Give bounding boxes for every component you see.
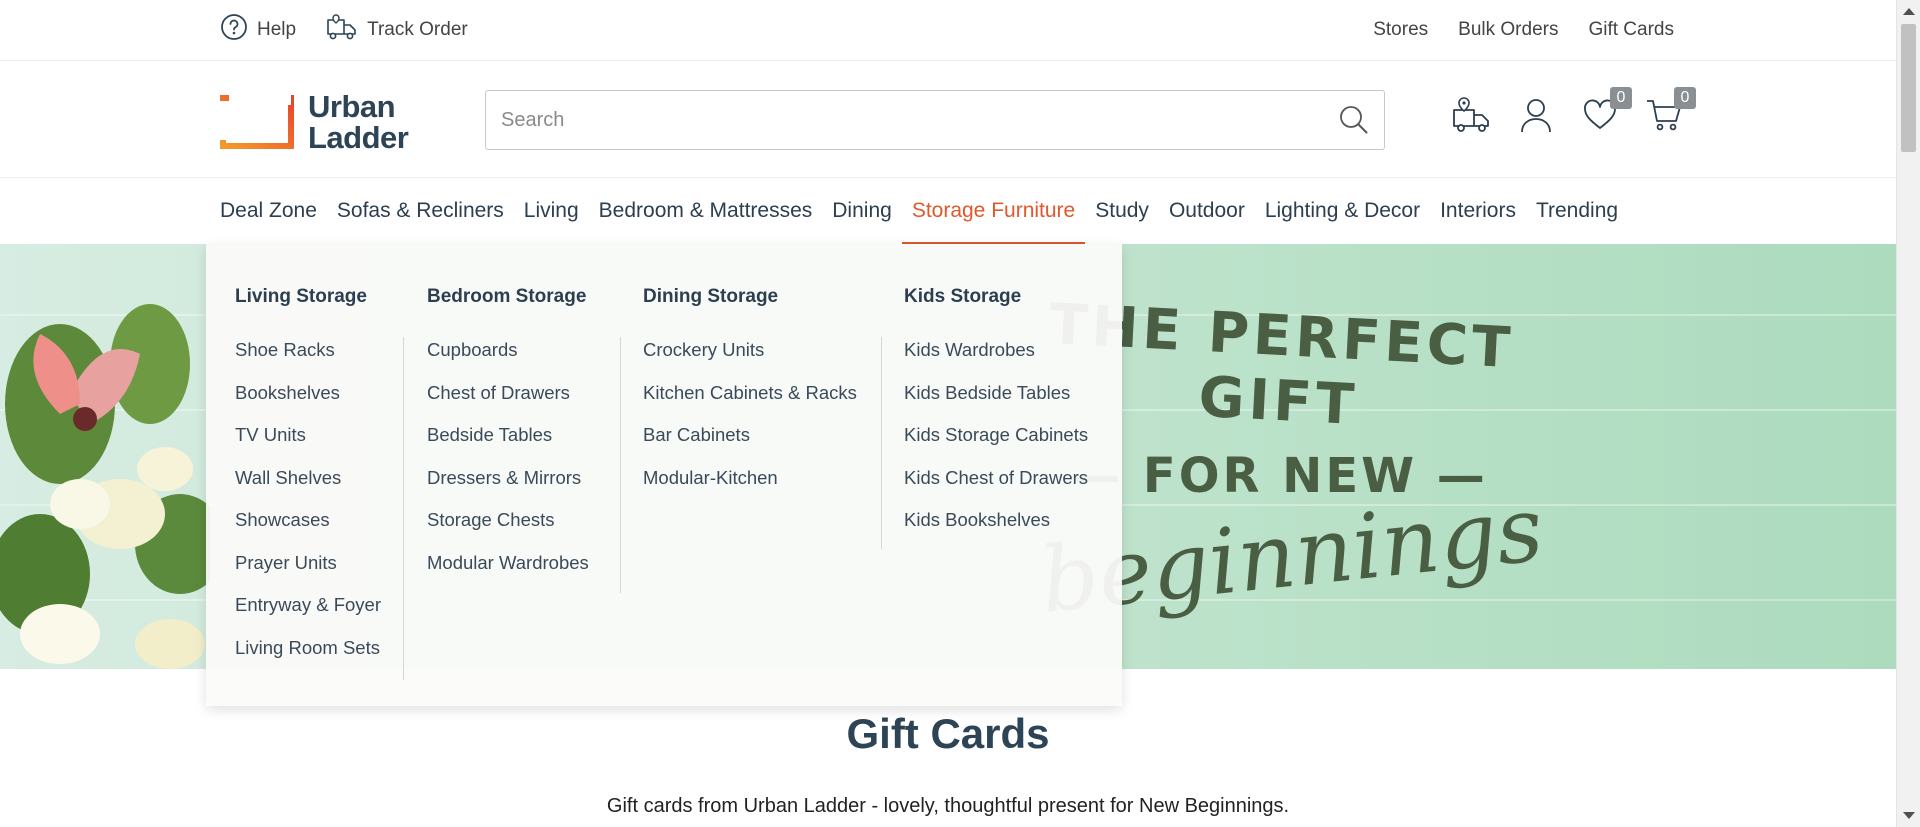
menu-item-chest-of-drawers[interactable]: Chest of Drawers (427, 382, 589, 425)
utility-right: Stores Bulk Orders Gift Cards (1373, 0, 1674, 60)
menu-item-kids-chest-of-drawers[interactable]: Kids Chest of Drawers (904, 467, 1088, 510)
delivery-truck-icon (1452, 96, 1492, 139)
search-input[interactable] (501, 108, 1324, 132)
gift-cards-link[interactable]: Gift Cards (1588, 19, 1674, 41)
nav-sofas-recliners[interactable]: Sofas & Recliners (327, 178, 514, 244)
scroll-up-icon[interactable] (1903, 8, 1915, 15)
user-icon (1519, 97, 1553, 138)
page-title: Gift Cards (846, 710, 1050, 757)
nav-deal-zone[interactable]: Deal Zone (210, 178, 327, 244)
utility-left: Help Track Order (220, 0, 468, 60)
account-button[interactable] (1516, 97, 1556, 137)
nav-outdoor[interactable]: Outdoor (1159, 178, 1255, 244)
stores-link[interactable]: Stores (1373, 19, 1428, 41)
page-scrollbar[interactable] (1896, 0, 1920, 827)
menu-divider (403, 337, 404, 680)
scroll-down-icon[interactable] (1903, 812, 1915, 819)
menu-heading-bedroom-storage[interactable]: Bedroom Storage (427, 286, 586, 308)
help-icon (220, 13, 248, 47)
menu-item-modular-kitchen[interactable]: Modular-Kitchen (643, 467, 857, 510)
track-order-link[interactable]: Track Order (326, 12, 468, 48)
menu-item-dressers-mirrors[interactable]: Dressers & Mirrors (427, 467, 589, 510)
nav-lighting-decor[interactable]: Lighting & Decor (1255, 178, 1430, 244)
search-box (485, 90, 1385, 150)
menu-heading-dining-storage[interactable]: Dining Storage (643, 286, 778, 308)
menu-item-kids-wardrobes[interactable]: Kids Wardrobes (904, 339, 1088, 382)
menu-item-kids-bedside-tables[interactable]: Kids Bedside Tables (904, 382, 1088, 425)
menu-item-bookshelves[interactable]: Bookshelves (235, 382, 381, 425)
utility-bar: Help Track Order Stores Bulk Orders Gift… (0, 0, 1896, 61)
menu-item-bar-cabinets[interactable]: Bar Cabinets (643, 424, 857, 467)
main-header: Urban Ladder 0 (0, 61, 1896, 178)
cart-count-badge: 0 (1674, 87, 1696, 109)
menu-item-kids-storage-cabinets[interactable]: Kids Storage Cabinets (904, 424, 1088, 467)
menu-item-crockery-units[interactable]: Crockery Units (643, 339, 857, 382)
menu-item-cupboards[interactable]: Cupboards (427, 339, 589, 382)
menu-item-tv-units[interactable]: TV Units (235, 424, 381, 467)
wishlist-button[interactable]: 0 (1580, 87, 1632, 137)
logo-line-2: Ladder (308, 120, 409, 155)
search-icon[interactable] (1324, 91, 1384, 149)
nav-bedroom-mattresses[interactable]: Bedroom & Mattresses (589, 178, 823, 244)
storage-mega-menu: Living Storage Shoe Racks Bookshelves TV… (206, 244, 1122, 706)
help-label: Help (257, 19, 297, 40)
menu-divider (881, 337, 882, 549)
menu-item-shoe-racks[interactable]: Shoe Racks (235, 339, 381, 382)
truck-icon (326, 12, 358, 48)
category-nav: Deal Zone Sofas & Recliners Living Bedro… (0, 178, 1896, 244)
menu-item-modular-wardrobes[interactable]: Modular Wardrobes (427, 552, 589, 595)
menu-item-living-room-sets[interactable]: Living Room Sets (235, 637, 381, 680)
header-actions: 0 0 (1452, 87, 1696, 139)
page-description: Gift cards from Urban Ladder - lovely, t… (606, 795, 1290, 817)
urban-ladder-logo[interactable]: Urban Ladder (220, 89, 409, 155)
menu-item-kitchen-cabinets-racks[interactable]: Kitchen Cabinets & Racks (643, 382, 857, 425)
nav-trending[interactable]: Trending (1526, 178, 1628, 244)
nav-interiors[interactable]: Interiors (1430, 178, 1526, 244)
flowers-image (0, 244, 225, 669)
menu-item-bedside-tables[interactable]: Bedside Tables (427, 424, 589, 467)
wishlist-count-badge: 0 (1610, 87, 1632, 109)
menu-item-wall-shelves[interactable]: Wall Shelves (235, 467, 381, 510)
menu-divider (620, 337, 621, 593)
menu-item-kids-bookshelves[interactable]: Kids Bookshelves (904, 509, 1088, 552)
logo-line-1: Urban (308, 89, 396, 124)
menu-item-showcases[interactable]: Showcases (235, 509, 381, 552)
menu-item-entryway-foyer[interactable]: Entryway & Foyer (235, 594, 381, 637)
track-order-button[interactable] (1452, 96, 1492, 139)
menu-item-storage-chests[interactable]: Storage Chests (427, 509, 589, 552)
logo-mark-icon (220, 95, 294, 149)
scrollbar-thumb[interactable] (1901, 24, 1916, 152)
bulk-orders-link[interactable]: Bulk Orders (1458, 19, 1558, 41)
nav-storage-furniture[interactable]: Storage Furniture (901, 178, 1086, 244)
help-link[interactable]: Help (220, 13, 296, 47)
nav-dining[interactable]: Dining (822, 178, 902, 244)
nav-study[interactable]: Study (1085, 178, 1159, 244)
menu-heading-kids-storage[interactable]: Kids Storage (904, 286, 1021, 308)
logo-text: Urban Ladder (308, 89, 409, 155)
menu-item-prayer-units[interactable]: Prayer Units (235, 552, 381, 595)
nav-living[interactable]: Living (514, 178, 589, 244)
cart-button[interactable]: 0 (1644, 87, 1696, 137)
menu-heading-living-storage[interactable]: Living Storage (235, 286, 367, 308)
track-order-label: Track Order (367, 19, 468, 40)
